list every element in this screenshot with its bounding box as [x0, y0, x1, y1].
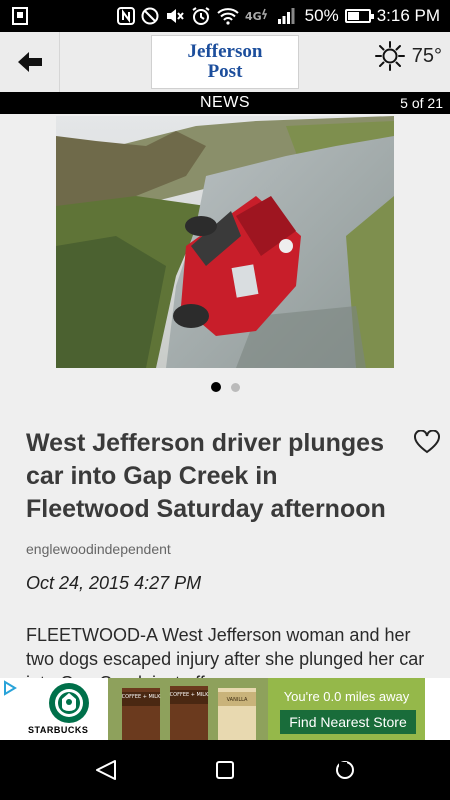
carousel-dot[interactable]: [230, 383, 240, 392]
heart-icon[interactable]: [414, 430, 440, 454]
photo-car-in-creek: [56, 116, 394, 368]
svg-text:4G: 4G: [245, 10, 262, 23]
battery-percent: 50%: [304, 6, 339, 25]
nfc-icon: [117, 7, 135, 25]
back-button[interactable]: [0, 32, 60, 92]
alarm-icon: [192, 7, 210, 25]
article-date: Oct 24, 2015 4:27 PM: [26, 573, 202, 593]
nav-back-button[interactable]: [92, 756, 120, 784]
nav-recents-button[interactable]: [331, 756, 359, 784]
system-nav-bar: [0, 740, 450, 800]
back-triangle-icon: [96, 760, 116, 780]
logo-line-1: Jefferson: [187, 41, 263, 62]
carousel-dot-active[interactable]: [210, 382, 221, 392]
recents-icon: [336, 761, 354, 779]
sun-icon: [374, 41, 405, 71]
ad-choices-icon[interactable]: [2, 680, 18, 696]
home-square-icon: [216, 761, 234, 779]
battery-icon: [344, 9, 374, 23]
status-bar: 4G 50% 3:16 PM: [0, 0, 450, 32]
network-4g-icon: 4G: [245, 8, 268, 23]
mute-icon: [167, 9, 184, 23]
ad-banner[interactable]: STARBUCKS COFFEE + MILK COFFEE + MILK VA…: [0, 678, 450, 740]
cup-label-3: VANILLA: [227, 697, 248, 703]
ad-edge: [425, 678, 450, 740]
clock: 3:16 PM: [376, 6, 440, 25]
ad-product-image: COFFEE + MILK COFFEE + MILK VANILLA: [108, 678, 268, 740]
status-right: 50% 3:16 PM: [305, 6, 440, 26]
article-counter: 5 of 21: [400, 95, 443, 111]
article-content: West Jefferson driver plunges car into G…: [0, 114, 450, 678]
wifi-icon: [217, 8, 239, 25]
nav-home-button[interactable]: [211, 756, 239, 784]
article-source[interactable]: englewoodindependent: [26, 541, 171, 557]
notification-icon: [12, 7, 28, 25]
cup-label-1: COFFEE + MILK: [122, 694, 161, 700]
status-icons: 4G: [117, 5, 295, 27]
ad-brand-name: STARBUCKS: [28, 725, 89, 735]
carousel-indicator: [0, 382, 450, 392]
article-photo[interactable]: [56, 116, 394, 368]
blocked-icon: [141, 7, 159, 25]
article-headline: West Jefferson driver plunges car into G…: [26, 429, 386, 523]
find-nearest-store-button[interactable]: Find Nearest Store: [280, 710, 416, 734]
starbucks-logo: [49, 683, 89, 723]
article-body: FLEETWOOD-A West Jefferson woman and her…: [26, 625, 425, 678]
ad-cta-panel: You're 0.0 miles away Find Nearest Store: [268, 678, 425, 740]
jefferson-post-logo[interactable]: Jefferson Post: [151, 35, 299, 89]
section-label: NEWS: [200, 94, 250, 111]
weather-widget[interactable]: 75°: [374, 40, 442, 72]
ad-distance: You're 0.0 miles away: [283, 689, 410, 704]
section-bar: NEWS 5 of 21: [0, 92, 450, 114]
temperature: 75°: [411, 44, 442, 67]
signal-icon: [278, 8, 295, 24]
arrow-left-icon: [17, 52, 42, 72]
app-header: Jefferson Post 75°: [0, 32, 450, 92]
cup-label-2: COFFEE + MILK: [170, 692, 209, 698]
battery-fill: [347, 12, 359, 20]
logo-line-2: Post: [207, 61, 243, 82]
